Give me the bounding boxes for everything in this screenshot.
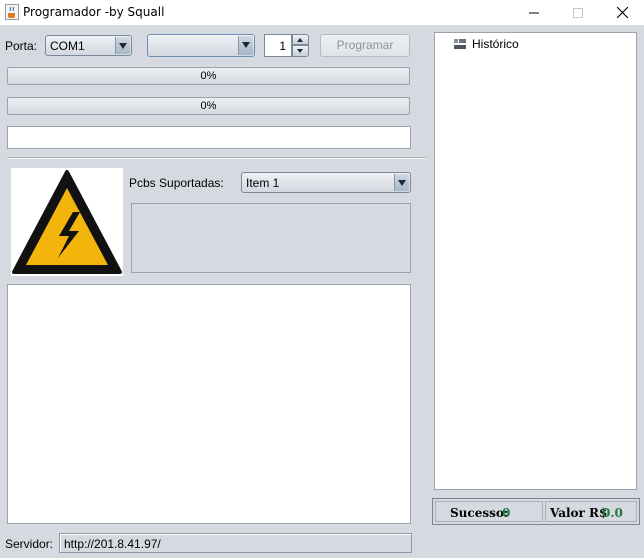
minimize-button[interactable]: [512, 0, 556, 25]
pcbs-select[interactable]: Item 1: [241, 172, 411, 193]
program-button[interactable]: Programar: [320, 34, 410, 57]
status-value-cell: Valor R$ 0.0: [545, 501, 637, 522]
log-area[interactable]: [7, 284, 411, 524]
server-label: Servidor:: [5, 537, 54, 551]
server-url: http://201.8.41.97/: [64, 537, 161, 551]
progress-text-1: 0%: [200, 70, 217, 82]
count-spinner-buttons: [292, 34, 309, 57]
progress-text-2: 0%: [200, 100, 217, 112]
window-title: Programador -by Squall: [23, 5, 165, 19]
count-spinner-field[interactable]: 1: [264, 34, 292, 57]
tree-node-icon: [454, 39, 466, 49]
warning-image: [11, 168, 123, 276]
status-success-cell: Sucesso: 0: [435, 501, 543, 522]
device-select[interactable]: [147, 34, 255, 57]
port-label: Porta:: [5, 39, 38, 53]
chevron-down-icon: [115, 37, 130, 54]
spinner-up-button[interactable]: [292, 34, 309, 45]
progress-bar-1: 0%: [7, 67, 410, 85]
success-value: 0: [502, 506, 511, 520]
value-amount: 0.0: [602, 506, 623, 520]
close-button[interactable]: [600, 0, 644, 25]
minimize-icon: [529, 12, 539, 14]
value-label: Valor R$: [550, 506, 608, 520]
maximize-icon: [573, 8, 583, 18]
separator: [7, 157, 426, 159]
pcbs-select-value: Item 1: [246, 176, 280, 190]
success-label: Sucesso:: [450, 506, 509, 520]
server-url-field[interactable]: http://201.8.41.97/: [59, 533, 412, 553]
maximize-button[interactable]: [556, 0, 600, 25]
chevron-down-icon: [238, 36, 253, 55]
chevron-down-icon: [394, 174, 409, 191]
status-bar: Sucesso: 0 Valor R$ 0.0: [432, 498, 640, 525]
tree-node-label: Histórico: [472, 37, 519, 51]
pcbs-label: Pcbs Suportadas:: [129, 176, 224, 190]
spinner-down-button[interactable]: [292, 45, 309, 57]
title-bar: Programador -by Squall: [0, 0, 644, 25]
close-icon: [616, 6, 628, 19]
pcb-info-panel: [131, 203, 411, 273]
high-voltage-warning-icon: [12, 170, 122, 274]
progress-bar-2: 0%: [7, 97, 410, 115]
message-field[interactable]: [7, 126, 411, 149]
java-cup-icon: [5, 4, 19, 20]
tree-node-historico[interactable]: Histórico: [453, 37, 519, 51]
port-select[interactable]: COM1: [45, 35, 132, 56]
main-window: Porta: COM1 1 Programar 0% 0% Pcbs Supor…: [0, 25, 644, 558]
history-tree[interactable]: Histórico: [434, 32, 637, 490]
port-select-value: COM1: [50, 39, 85, 53]
count-value: 1: [279, 39, 286, 53]
